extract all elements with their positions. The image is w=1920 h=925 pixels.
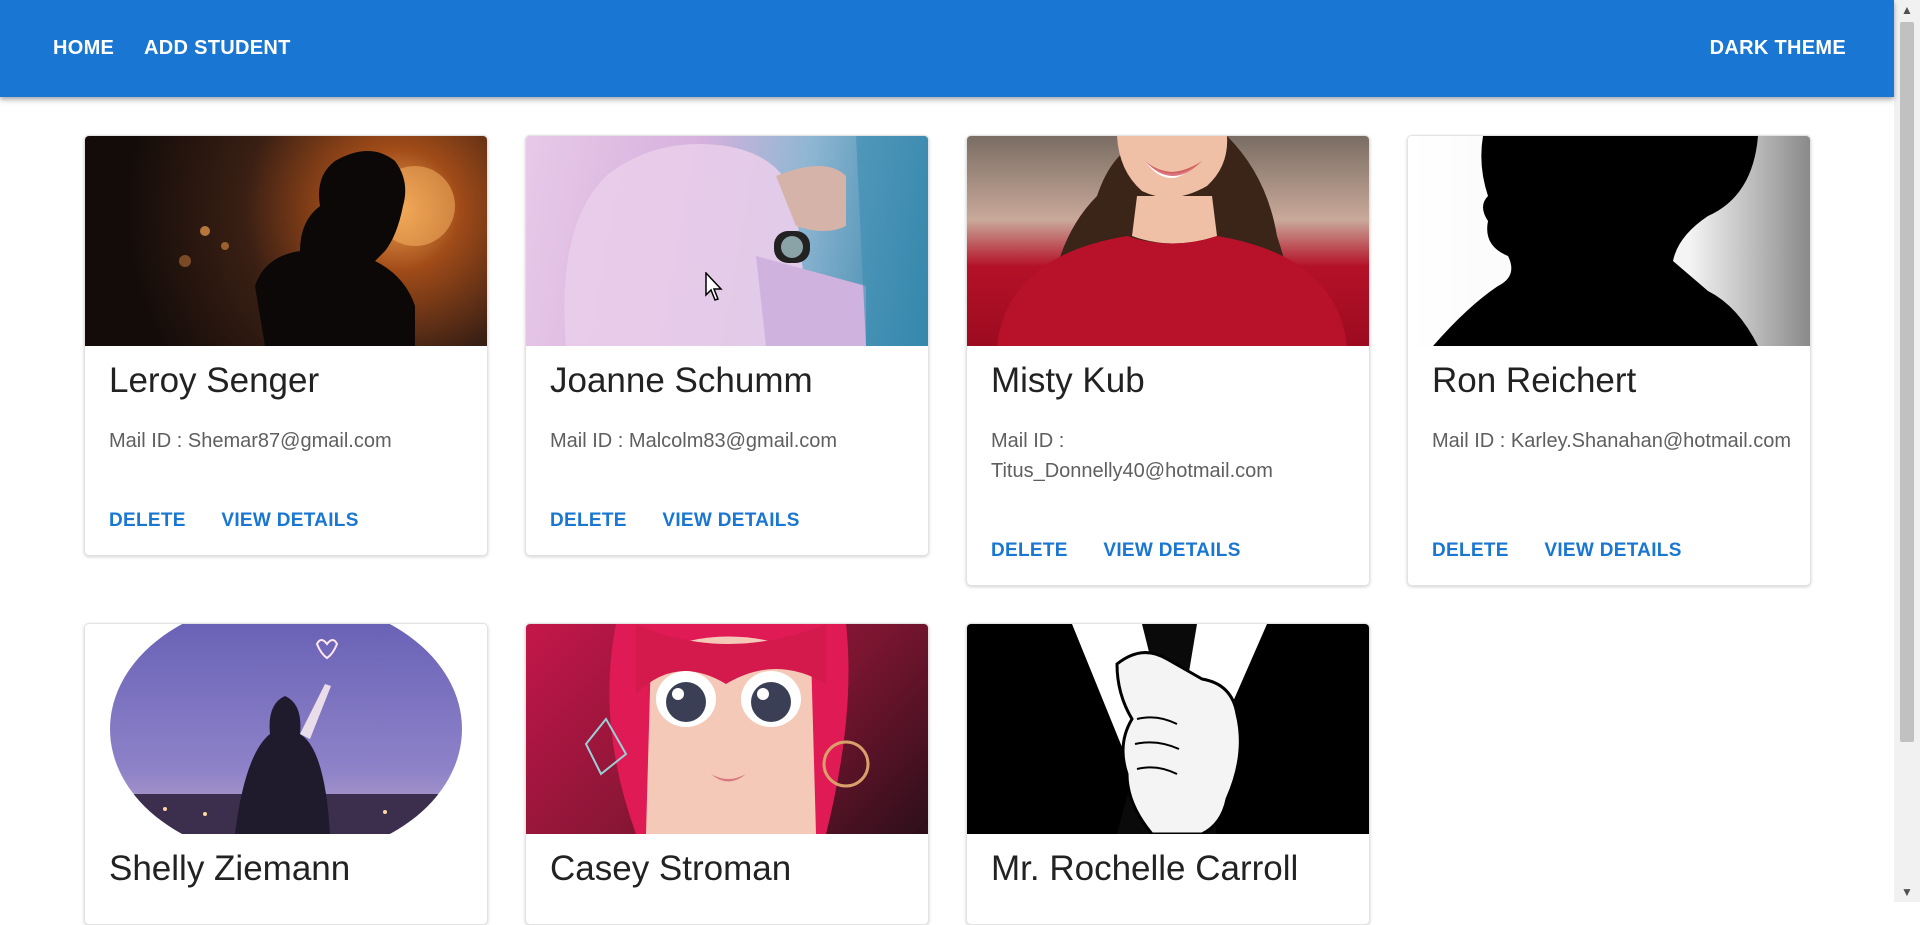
scroll-down-icon[interactable]: ▼ xyxy=(1894,882,1920,902)
vertical-scrollbar[interactable]: ▲ ▼ xyxy=(1894,0,1920,902)
student-photo xyxy=(85,624,487,834)
mouse-cursor-icon xyxy=(705,272,723,301)
student-photo xyxy=(967,136,1369,346)
app-bar: HOME ADD STUDENT DARK THEME xyxy=(0,0,1894,97)
scroll-up-icon[interactable]: ▲ xyxy=(1894,0,1920,20)
dark-theme-button[interactable]: DARK THEME xyxy=(1710,0,1846,97)
student-card: Joanne Schumm Mail ID : Malcolm83@gmail.… xyxy=(525,135,929,556)
student-photo xyxy=(526,136,928,346)
delete-button[interactable]: DELETE xyxy=(550,510,627,531)
student-card: Ron Reichert Mail ID : Karley.Shanahan@h… xyxy=(1407,135,1811,586)
view-details-button[interactable]: VIEW DETAILS xyxy=(1103,540,1240,561)
student-photo xyxy=(526,624,928,834)
add-student-button[interactable]: ADD STUDENT xyxy=(144,0,291,97)
delete-button[interactable]: DELETE xyxy=(991,540,1068,561)
student-card: Shelly Ziemann xyxy=(84,623,488,925)
view-details-button[interactable]: VIEW DETAILS xyxy=(1544,540,1681,561)
student-card: Casey Stroman xyxy=(525,623,929,925)
student-email: Mail ID : Malcolm83@gmail.com xyxy=(550,430,838,452)
student-card: Leroy Senger Mail ID : Shemar87@gmail.co… xyxy=(84,135,488,556)
student-name: Joanne Schumm xyxy=(550,361,813,400)
student-photo xyxy=(1408,136,1810,346)
student-card: Misty Kub Mail ID : Titus_Donnelly40@hot… xyxy=(966,135,1370,586)
student-name: Misty Kub xyxy=(991,361,1145,400)
view-details-button[interactable]: VIEW DETAILS xyxy=(221,510,358,531)
student-name: Shelly Ziemann xyxy=(109,849,351,888)
student-name: Ron Reichert xyxy=(1432,361,1637,400)
student-name: Leroy Senger xyxy=(109,361,320,400)
delete-button[interactable]: DELETE xyxy=(1432,540,1509,561)
student-photo xyxy=(85,136,487,346)
view-details-button[interactable]: VIEW DETAILS xyxy=(662,510,799,531)
student-photo xyxy=(967,624,1369,834)
scrollbar-thumb[interactable] xyxy=(1900,22,1914,742)
student-email: Mail ID : Karley.Shanahan@hotmail.com xyxy=(1432,430,1791,452)
student-email: Mail ID : Shemar87@gmail.com xyxy=(109,430,392,452)
home-button[interactable]: HOME xyxy=(53,0,114,97)
student-email: Mail ID : Titus_Donnelly40@hotmail.com xyxy=(991,430,1273,482)
student-card: Mr. Rochelle Carroll xyxy=(966,623,1370,925)
student-name: Casey Stroman xyxy=(550,849,792,888)
delete-button[interactable]: DELETE xyxy=(109,510,186,531)
student-name: Mr. Rochelle Carroll xyxy=(991,849,1299,888)
